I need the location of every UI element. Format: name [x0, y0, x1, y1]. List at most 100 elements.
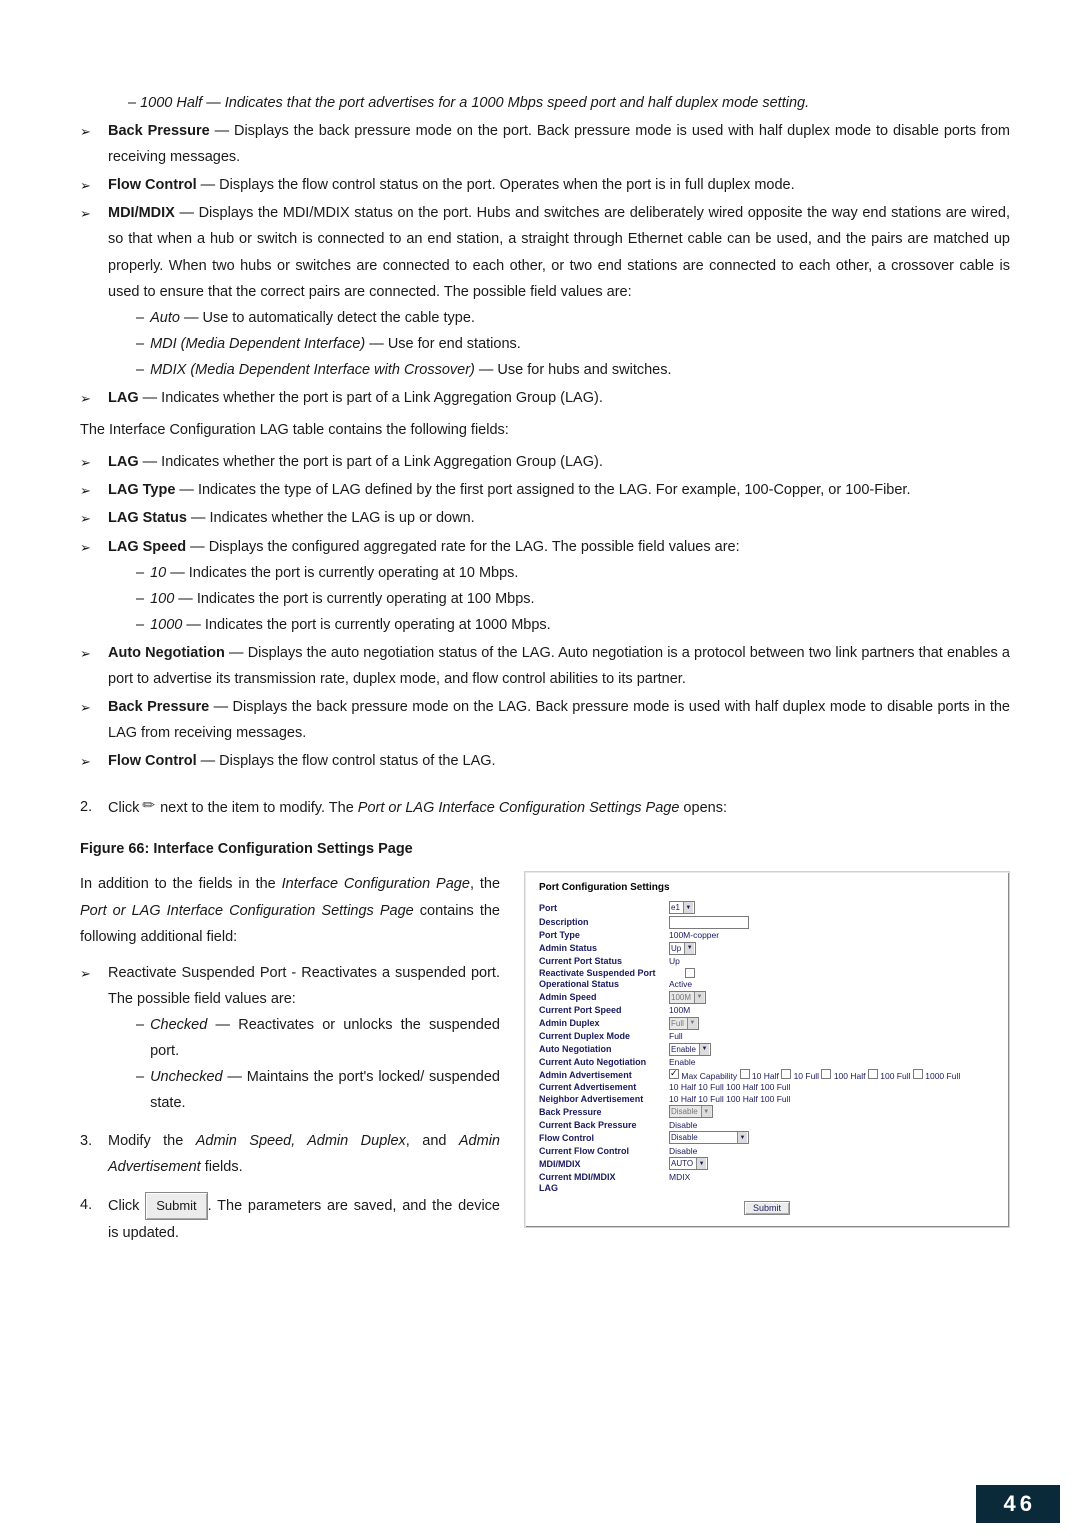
text: 10 Full: [794, 1071, 820, 1081]
arrow-icon: ➢: [80, 385, 98, 411]
text: Port or LAG Interface Configuration Sett…: [80, 903, 414, 919]
value: Disable: [671, 1133, 698, 1142]
bullet-mdi: ➢ MDI/MDIX — Displays the MDI/MDIX statu…: [80, 200, 1010, 383]
value: MDIX: [669, 1172, 690, 1182]
admin-status-select[interactable]: Up▼: [669, 942, 696, 955]
chevron-down-icon: ▼: [699, 1044, 709, 1055]
label-mdi: MDI/MDIX: [539, 1159, 663, 1169]
label-current-duplex: Current Duplex Mode: [539, 1031, 663, 1041]
figure-title: Figure 66: Interface Configuration Setti…: [80, 841, 1010, 857]
100f-checkbox[interactable]: [868, 1069, 878, 1079]
1000f-checkbox[interactable]: [913, 1069, 923, 1079]
value: 100M: [669, 1005, 690, 1015]
reactivate-checkbox[interactable]: [685, 968, 695, 978]
sub-r: — Indicates the port is currently operat…: [166, 565, 518, 581]
step-2: 2. Click ✎ next to the item to modify. T…: [80, 794, 1010, 821]
text: – 1000 Half — Indicates that the port ad…: [128, 95, 809, 111]
sub-r: — Use for end stations.: [365, 336, 521, 352]
text: In addition to the fields in the: [80, 876, 282, 892]
value: Full: [669, 1031, 683, 1041]
value: Disable: [669, 1146, 697, 1156]
mdi-select[interactable]: AUTO▼: [669, 1157, 708, 1170]
label-current-fc: Current Flow Control: [539, 1146, 663, 1156]
sub-i: 1000: [150, 617, 182, 633]
10h-checkbox[interactable]: [740, 1069, 750, 1079]
sub-i: 10: [150, 565, 166, 581]
step-number: 2.: [80, 794, 98, 821]
label-current-bp: Current Back Pressure: [539, 1120, 663, 1130]
value: Disable: [671, 1107, 698, 1116]
label-op-status: Operational Status: [539, 979, 663, 989]
description-input[interactable]: [669, 916, 749, 929]
value: 100M: [671, 993, 691, 1002]
value: 10 Half 10 Full 100 Half 100 Full: [669, 1094, 790, 1104]
label-auto-neg: Auto Negotiation: [539, 1044, 663, 1054]
label-admin-status: Admin Status: [539, 943, 663, 953]
100h-checkbox[interactable]: [821, 1069, 831, 1079]
label-current-adv: Current Advertisement: [539, 1082, 663, 1092]
text: — Displays the flow control status on th…: [197, 177, 795, 193]
bullet-reactivate: ➢ Reactivate Suspended Port - Reactivate…: [80, 960, 500, 1117]
arrow-icon: ➢: [80, 118, 98, 170]
sub-i: Unchecked: [150, 1069, 223, 1085]
label-current-port-status: Current Port Status: [539, 956, 663, 966]
label: Flow Control: [108, 177, 197, 193]
bullet-lag: ➢ LAG — Indicates whether the port is pa…: [80, 385, 1010, 411]
bullet-back-pressure: ➢ Back Pressure — Displays the back pres…: [80, 118, 1010, 170]
value: e1: [671, 903, 680, 912]
bullet-lag2: ➢ LAG — Indicates whether the port is pa…: [80, 449, 1010, 475]
submit-button-inline[interactable]: Submit: [145, 1192, 207, 1219]
arrow-icon: ➢: [80, 200, 98, 383]
label-reactivate: Reactivate Suspended Port: [539, 968, 679, 978]
step-3: 3. Modify the Admin Speed, Admin Duplex,…: [80, 1128, 500, 1180]
label-back-pressure: Back Pressure: [539, 1107, 663, 1117]
label-description: Description: [539, 917, 663, 927]
value: Enable: [671, 1045, 696, 1054]
text: Max Capability: [681, 1071, 737, 1081]
label: LAG Type: [108, 482, 175, 498]
chevron-down-icon: ▼: [694, 992, 704, 1003]
text: opens:: [679, 800, 727, 816]
admin-duplex-select[interactable]: Full▼: [669, 1017, 699, 1030]
value: Max Capability 10 Half 10 Full 100 Half …: [669, 1069, 960, 1081]
text: next to the item to modify. The: [160, 800, 358, 816]
sub-i: Checked: [150, 1017, 207, 1033]
cap-checkbox[interactable]: [669, 1069, 679, 1079]
label-port-type: Port Type: [539, 930, 663, 940]
bullet-auto-neg: ➢ Auto Negotiation — Displays the auto n…: [80, 640, 1010, 692]
port-select[interactable]: e1▼: [669, 901, 695, 914]
flow-control-select[interactable]: Disable ▼: [669, 1131, 749, 1144]
label: Back Pressure: [108, 123, 210, 139]
text: 100 Half: [834, 1071, 866, 1081]
submit-button[interactable]: Submit: [744, 1201, 790, 1215]
back-pressure-select[interactable]: Disable▼: [669, 1105, 713, 1118]
10f-checkbox[interactable]: [781, 1069, 791, 1079]
sub-i: MDI (Media Dependent Interface): [150, 336, 365, 352]
left-intro: In addition to the fields in the Interfa…: [80, 871, 500, 949]
chevron-down-icon: ▼: [737, 1132, 747, 1143]
page-ref: Port or LAG Interface Configuration Sett…: [358, 800, 680, 816]
auto-neg-select[interactable]: Enable▼: [669, 1043, 711, 1056]
label: Flow Control: [108, 753, 197, 769]
text: fields.: [201, 1159, 243, 1175]
chevron-down-icon: ▼: [701, 1106, 711, 1117]
sub-i: 100: [150, 591, 174, 607]
value: AUTO: [671, 1159, 693, 1168]
step-number: 4.: [80, 1192, 98, 1245]
chevron-down-icon: ▼: [687, 1018, 697, 1029]
value: 10 Half 10 Full 100 Half 100 Full: [669, 1082, 790, 1092]
label: LAG Speed: [108, 539, 186, 555]
bullet-lag-status: ➢ LAG Status — Indicates whether the LAG…: [80, 505, 1010, 531]
arrow-icon: ➢: [80, 694, 98, 746]
label: LAG: [108, 454, 139, 470]
value: 100M-copper: [669, 930, 719, 940]
arrow-icon: ➢: [80, 960, 98, 1117]
admin-speed-select[interactable]: 100M▼: [669, 991, 706, 1004]
sub-r: — Indicates the port is currently operat…: [182, 617, 550, 633]
label-admin-speed: Admin Speed: [539, 992, 663, 1002]
text: — Displays the configured aggregated rat…: [186, 539, 739, 555]
value: Up: [671, 944, 681, 953]
label-lag: LAG: [539, 1183, 663, 1193]
label: Back Pressure: [108, 699, 209, 715]
text: Admin Speed, Admin Duplex: [196, 1133, 406, 1149]
